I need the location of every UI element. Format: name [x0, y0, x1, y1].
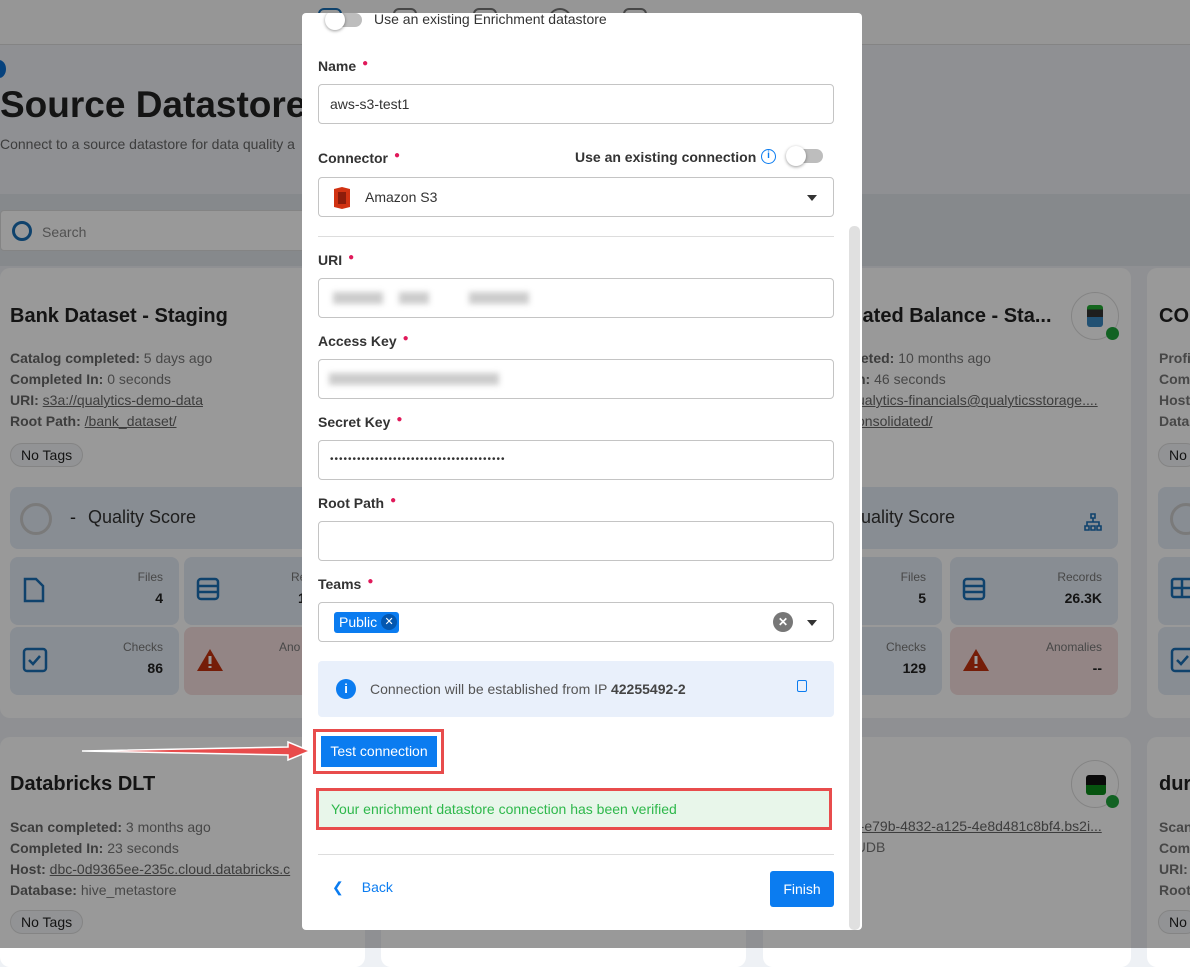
divider [318, 854, 834, 855]
access-key-label: Access Key ● [318, 333, 409, 349]
existing-enrichment-label: Use an existing Enrichment datastore [374, 13, 607, 27]
teams-select[interactable]: Public ✕ ✕ [318, 602, 834, 642]
remove-chip-icon[interactable]: ✕ [381, 614, 398, 630]
connector-select[interactable]: Amazon S3 [318, 177, 834, 217]
chevron-left-icon: ❮ [332, 879, 344, 895]
root-path-input[interactable] [318, 521, 834, 561]
success-message: Your enrichment datastore connection has… [316, 788, 832, 830]
uri-input[interactable] [318, 278, 834, 318]
copy-icon[interactable] [797, 680, 807, 692]
test-connection-button[interactable]: Test connection [321, 736, 437, 767]
finish-button[interactable]: Finish [770, 871, 834, 907]
clear-icon[interactable]: ✕ [773, 612, 793, 632]
name-input[interactable]: aws-s3-test1 [318, 84, 834, 124]
annotation-arrow-icon [81, 740, 312, 762]
uri-label: URI ● [318, 252, 355, 268]
existing-connection-toggle[interactable] [786, 146, 823, 166]
add-enrichment-datastore-dialog: Use an existing Enrichment datastore Nam… [302, 13, 862, 930]
chevron-down-icon [807, 195, 817, 201]
chevron-down-icon[interactable] [807, 620, 817, 626]
secret-key-label: Secret Key ● [318, 414, 403, 430]
info-icon: i [336, 679, 356, 699]
team-chip-public[interactable]: Public ✕ [334, 612, 400, 633]
access-key-input[interactable] [318, 359, 834, 399]
root-path-label: Root Path ● [318, 495, 397, 511]
existing-connection-label: Use an existing connection [575, 149, 757, 165]
teams-label: Teams ● [318, 576, 374, 592]
secret-key-input[interactable]: ••••••••••••••••••••••••••••••••••••••• [318, 440, 834, 480]
connector-label: Connector ● [318, 150, 401, 166]
amazon-s3-icon [334, 187, 350, 209]
scrollbar[interactable] [849, 226, 860, 930]
info-icon[interactable]: i [761, 149, 776, 164]
ip-info-box: i Connection will be established from IP… [318, 661, 834, 717]
divider [318, 236, 834, 237]
name-label: Name ● [318, 58, 369, 74]
back-button[interactable]: ❮ Back [332, 879, 393, 896]
existing-enrichment-toggle[interactable] [325, 13, 362, 30]
